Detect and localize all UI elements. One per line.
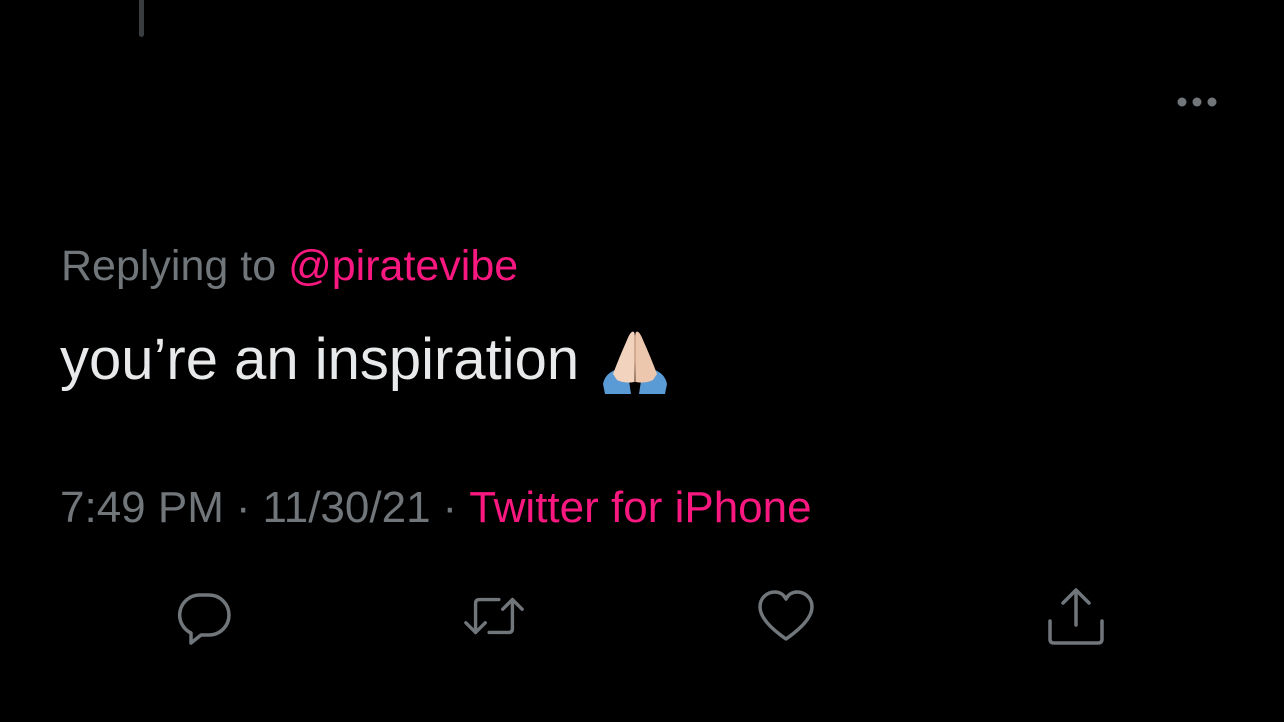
- like-button[interactable]: [754, 584, 818, 648]
- more-horizontal-icon: [1177, 97, 1217, 107]
- replying-to-label: Replying to: [61, 242, 277, 290]
- retweet-icon: [464, 597, 524, 635]
- retweet-button[interactable]: [462, 584, 526, 648]
- heart-icon: [758, 590, 814, 641]
- tweet-body: you’re an inspiration: [60, 324, 671, 396]
- reply-bubble-icon: [177, 593, 231, 645]
- more-options-button[interactable]: [1170, 88, 1224, 116]
- folded-hands-emoji: [599, 324, 671, 396]
- share-button[interactable]: [1044, 584, 1108, 648]
- thread-connector-line: [139, 0, 144, 37]
- reply-button[interactable]: [172, 584, 236, 648]
- folded-hands-icon: [603, 331, 668, 394]
- meta-separator: ·: [442, 483, 458, 532]
- meta-separator: ·: [235, 483, 251, 532]
- share-upload-icon: [1048, 588, 1104, 645]
- tweet-time: 7:49 PM: [60, 483, 224, 532]
- tweet-date: 11/30/21: [262, 483, 431, 532]
- tweet-source-link[interactable]: Twitter for iPhone: [469, 483, 811, 532]
- tweet-meta: 7:49 PM · 11/30/21 · Twitter for iPhone: [60, 482, 812, 534]
- tweet-text: you’re an inspiration: [60, 327, 580, 392]
- reply-mention-link[interactable]: @piratevibe: [288, 242, 518, 290]
- replying-to-line: Replying to @piratevibe: [61, 240, 518, 292]
- tweet-action-bar: [0, 584, 1284, 648]
